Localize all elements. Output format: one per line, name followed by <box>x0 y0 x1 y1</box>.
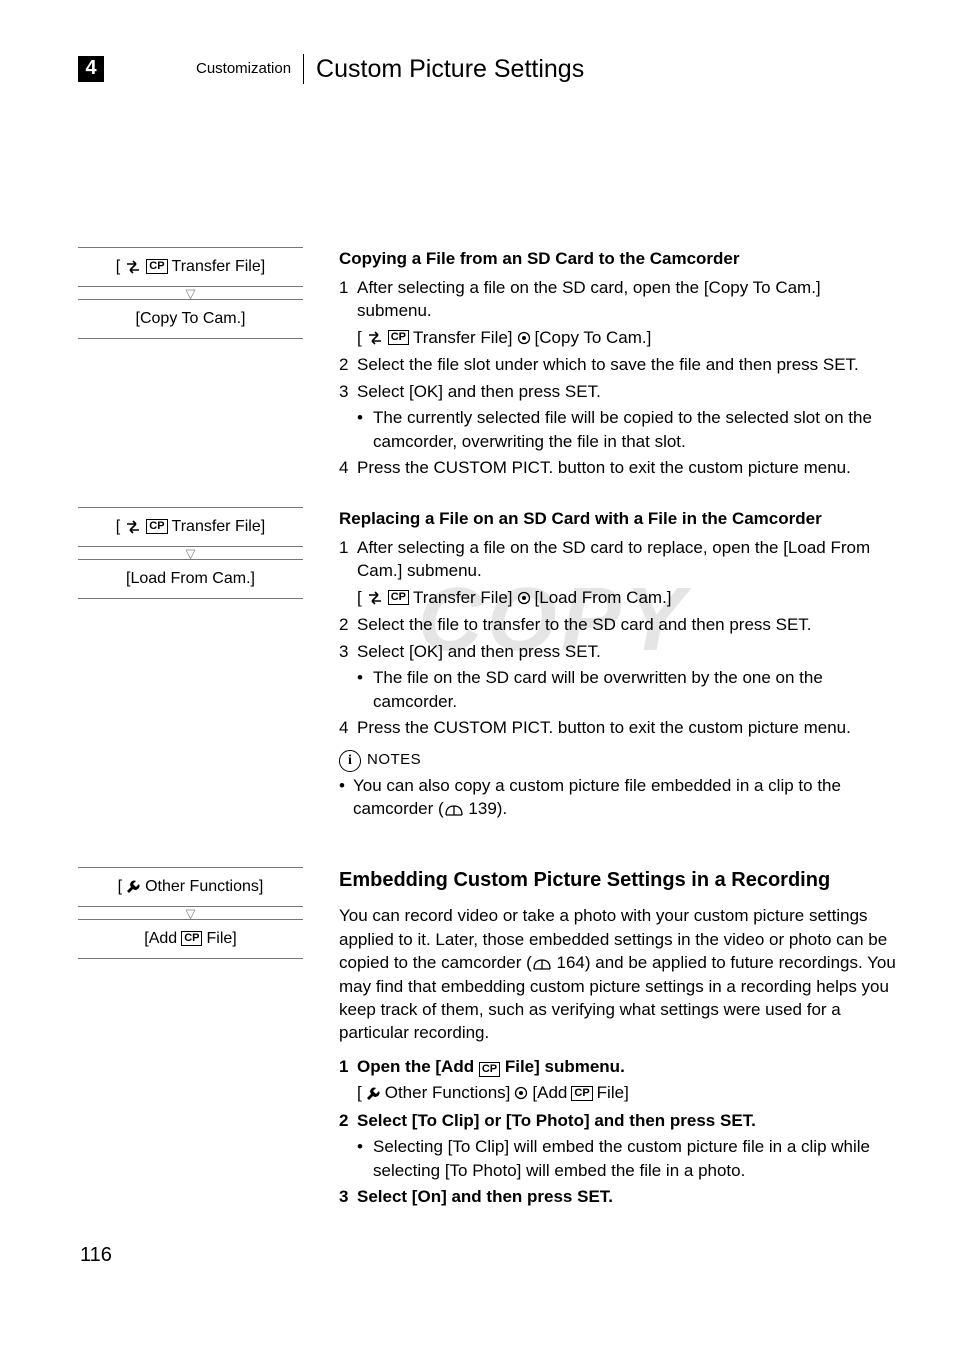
step-num: 1 <box>339 536 357 583</box>
step-num: 1 <box>339 276 357 323</box>
page-title: Custom Picture Settings <box>316 52 584 87</box>
path-text: [Load From Cam.] <box>535 586 672 609</box>
step-text: Select [On] and then press SET. <box>357 1185 896 1208</box>
sidebar-chevron-icon: ▽ <box>78 909 303 919</box>
bullet: • <box>357 666 373 713</box>
section-embedding: Embedding Custom Picture Settings in a R… <box>339 867 896 1212</box>
transfer-icon <box>366 591 384 605</box>
page-number: 116 <box>80 1242 112 1270</box>
section-3-para: You can record video or take a photo wit… <box>339 904 896 1045</box>
step-text: Press the CUSTOM PICT. button to exit th… <box>357 716 896 739</box>
transfer-icon <box>124 520 142 534</box>
section-2-title: Replacing a File on an SD Card with a Fi… <box>339 507 896 530</box>
submenu-arrow-icon <box>517 331 531 345</box>
page-header: 4 Customization Custom Picture Settings <box>78 52 896 87</box>
section-3-title: Embedding Custom Picture Settings in a R… <box>339 867 896 895</box>
cp-icon: CP <box>388 330 409 345</box>
chapter-label: Customization <box>196 54 304 84</box>
cp-icon: CP <box>181 931 202 946</box>
section-1-title: Copying a File from an SD Card to the Ca… <box>339 247 896 270</box>
path-text: Transfer File] <box>413 586 513 609</box>
submenu-arrow-icon <box>517 591 531 605</box>
chapter-number-badge: 4 <box>78 56 104 82</box>
step-num: 1 <box>339 1055 357 1078</box>
step-num: 4 <box>339 456 357 479</box>
notes-label: NOTES <box>367 750 421 771</box>
sidebar-menu-path-1: [ CP Transfer File] ▽ [Copy To Cam.] <box>78 247 303 339</box>
step-text: After selecting a file on the SD card, o… <box>357 276 896 323</box>
bullet: • <box>357 406 373 453</box>
bracket-open: [ <box>116 256 120 278</box>
bracket-open: [ <box>357 586 362 609</box>
page-ref-icon <box>532 957 552 971</box>
cp-icon: CP <box>571 1086 592 1101</box>
transfer-icon <box>124 260 142 274</box>
step-text: Select the file slot under which to save… <box>357 353 896 376</box>
step-text: Press the CUSTOM PICT. button to exit th… <box>357 456 896 479</box>
sidebar-1b-text: [Copy To Cam.] <box>136 308 246 330</box>
step-num: 3 <box>339 1185 357 1208</box>
wrench-icon <box>126 879 141 894</box>
note-text-a: You can also copy a custom picture file … <box>353 776 841 818</box>
step-text: Select [To Clip] or [To Photo] and then … <box>357 1109 896 1132</box>
sub-text: The file on the SD card will be overwrit… <box>373 666 896 713</box>
cp-icon: CP <box>388 590 409 605</box>
sidebar-2a-text: Transfer File] <box>172 516 266 538</box>
step-num: 3 <box>339 380 357 403</box>
wrench-icon <box>366 1086 381 1101</box>
cp-icon: CP <box>146 519 167 534</box>
sub-text: The currently selected file will be copi… <box>373 406 896 453</box>
bracket-open: [ <box>116 516 120 538</box>
bracket-open: [ <box>118 876 122 898</box>
sidebar-menu-path-3: [ Other Functions] ▽ [Add CP File] <box>78 867 303 959</box>
step-num: 4 <box>339 716 357 739</box>
step-text: Select [OK] and then press SET. <box>357 640 896 663</box>
step-text-post: File] submenu. <box>500 1057 625 1076</box>
path-text-post: File] <box>597 1081 629 1104</box>
note-text-b: 139). <box>464 799 507 818</box>
bullet: • <box>357 1135 373 1182</box>
note-text: You can also copy a custom picture file … <box>353 774 896 821</box>
path-text: [Copy To Cam.] <box>535 326 652 349</box>
cp-icon: CP <box>479 1062 500 1077</box>
path-text: Transfer File] <box>413 326 513 349</box>
sidebar-1a-text: Transfer File] <box>172 256 266 278</box>
sidebar-menu-path-2: [ CP Transfer File] ▽ [Load From Cam.] <box>78 507 303 599</box>
bracket-open: [ <box>357 326 362 349</box>
sidebar-chevron-icon: ▽ <box>78 549 303 559</box>
section-copying: Copying a File from an SD Card to the Ca… <box>339 247 896 483</box>
sidebar-3a-text: Other Functions] <box>145 876 263 898</box>
cp-icon: CP <box>146 259 167 274</box>
path-text-pre: [Add <box>532 1081 567 1104</box>
step-text: Open the [Add CP File] submenu. <box>357 1055 896 1078</box>
bullet: • <box>339 774 353 821</box>
sidebar-chevron-icon: ▽ <box>78 289 303 299</box>
step-text: Select [OK] and then press SET. <box>357 380 896 403</box>
bracket-open: [ <box>357 1081 362 1104</box>
transfer-icon <box>366 331 384 345</box>
step-num: 3 <box>339 640 357 663</box>
step-text: After selecting a file on the SD card to… <box>357 536 896 583</box>
notes-header: i NOTES <box>339 750 896 772</box>
step-num: 2 <box>339 353 357 376</box>
step-num: 2 <box>339 613 357 636</box>
path-text: Other Functions] <box>385 1081 511 1104</box>
info-icon: i <box>339 750 361 772</box>
step-text: Select the file to transfer to the SD ca… <box>357 613 896 636</box>
sub-text: Selecting [To Clip] will embed the custo… <box>373 1135 896 1182</box>
page-ref-icon <box>444 803 464 817</box>
sidebar-3b-pre: [Add <box>144 928 177 950</box>
sidebar-3b-post: File] <box>206 928 236 950</box>
section-replacing: Replacing a File on an SD Card with a Fi… <box>339 507 896 821</box>
submenu-arrow-icon <box>514 1086 528 1100</box>
sidebar-2b-text: [Load From Cam.] <box>126 568 255 590</box>
step-num: 2 <box>339 1109 357 1132</box>
step-text-pre: Open the [Add <box>357 1057 479 1076</box>
